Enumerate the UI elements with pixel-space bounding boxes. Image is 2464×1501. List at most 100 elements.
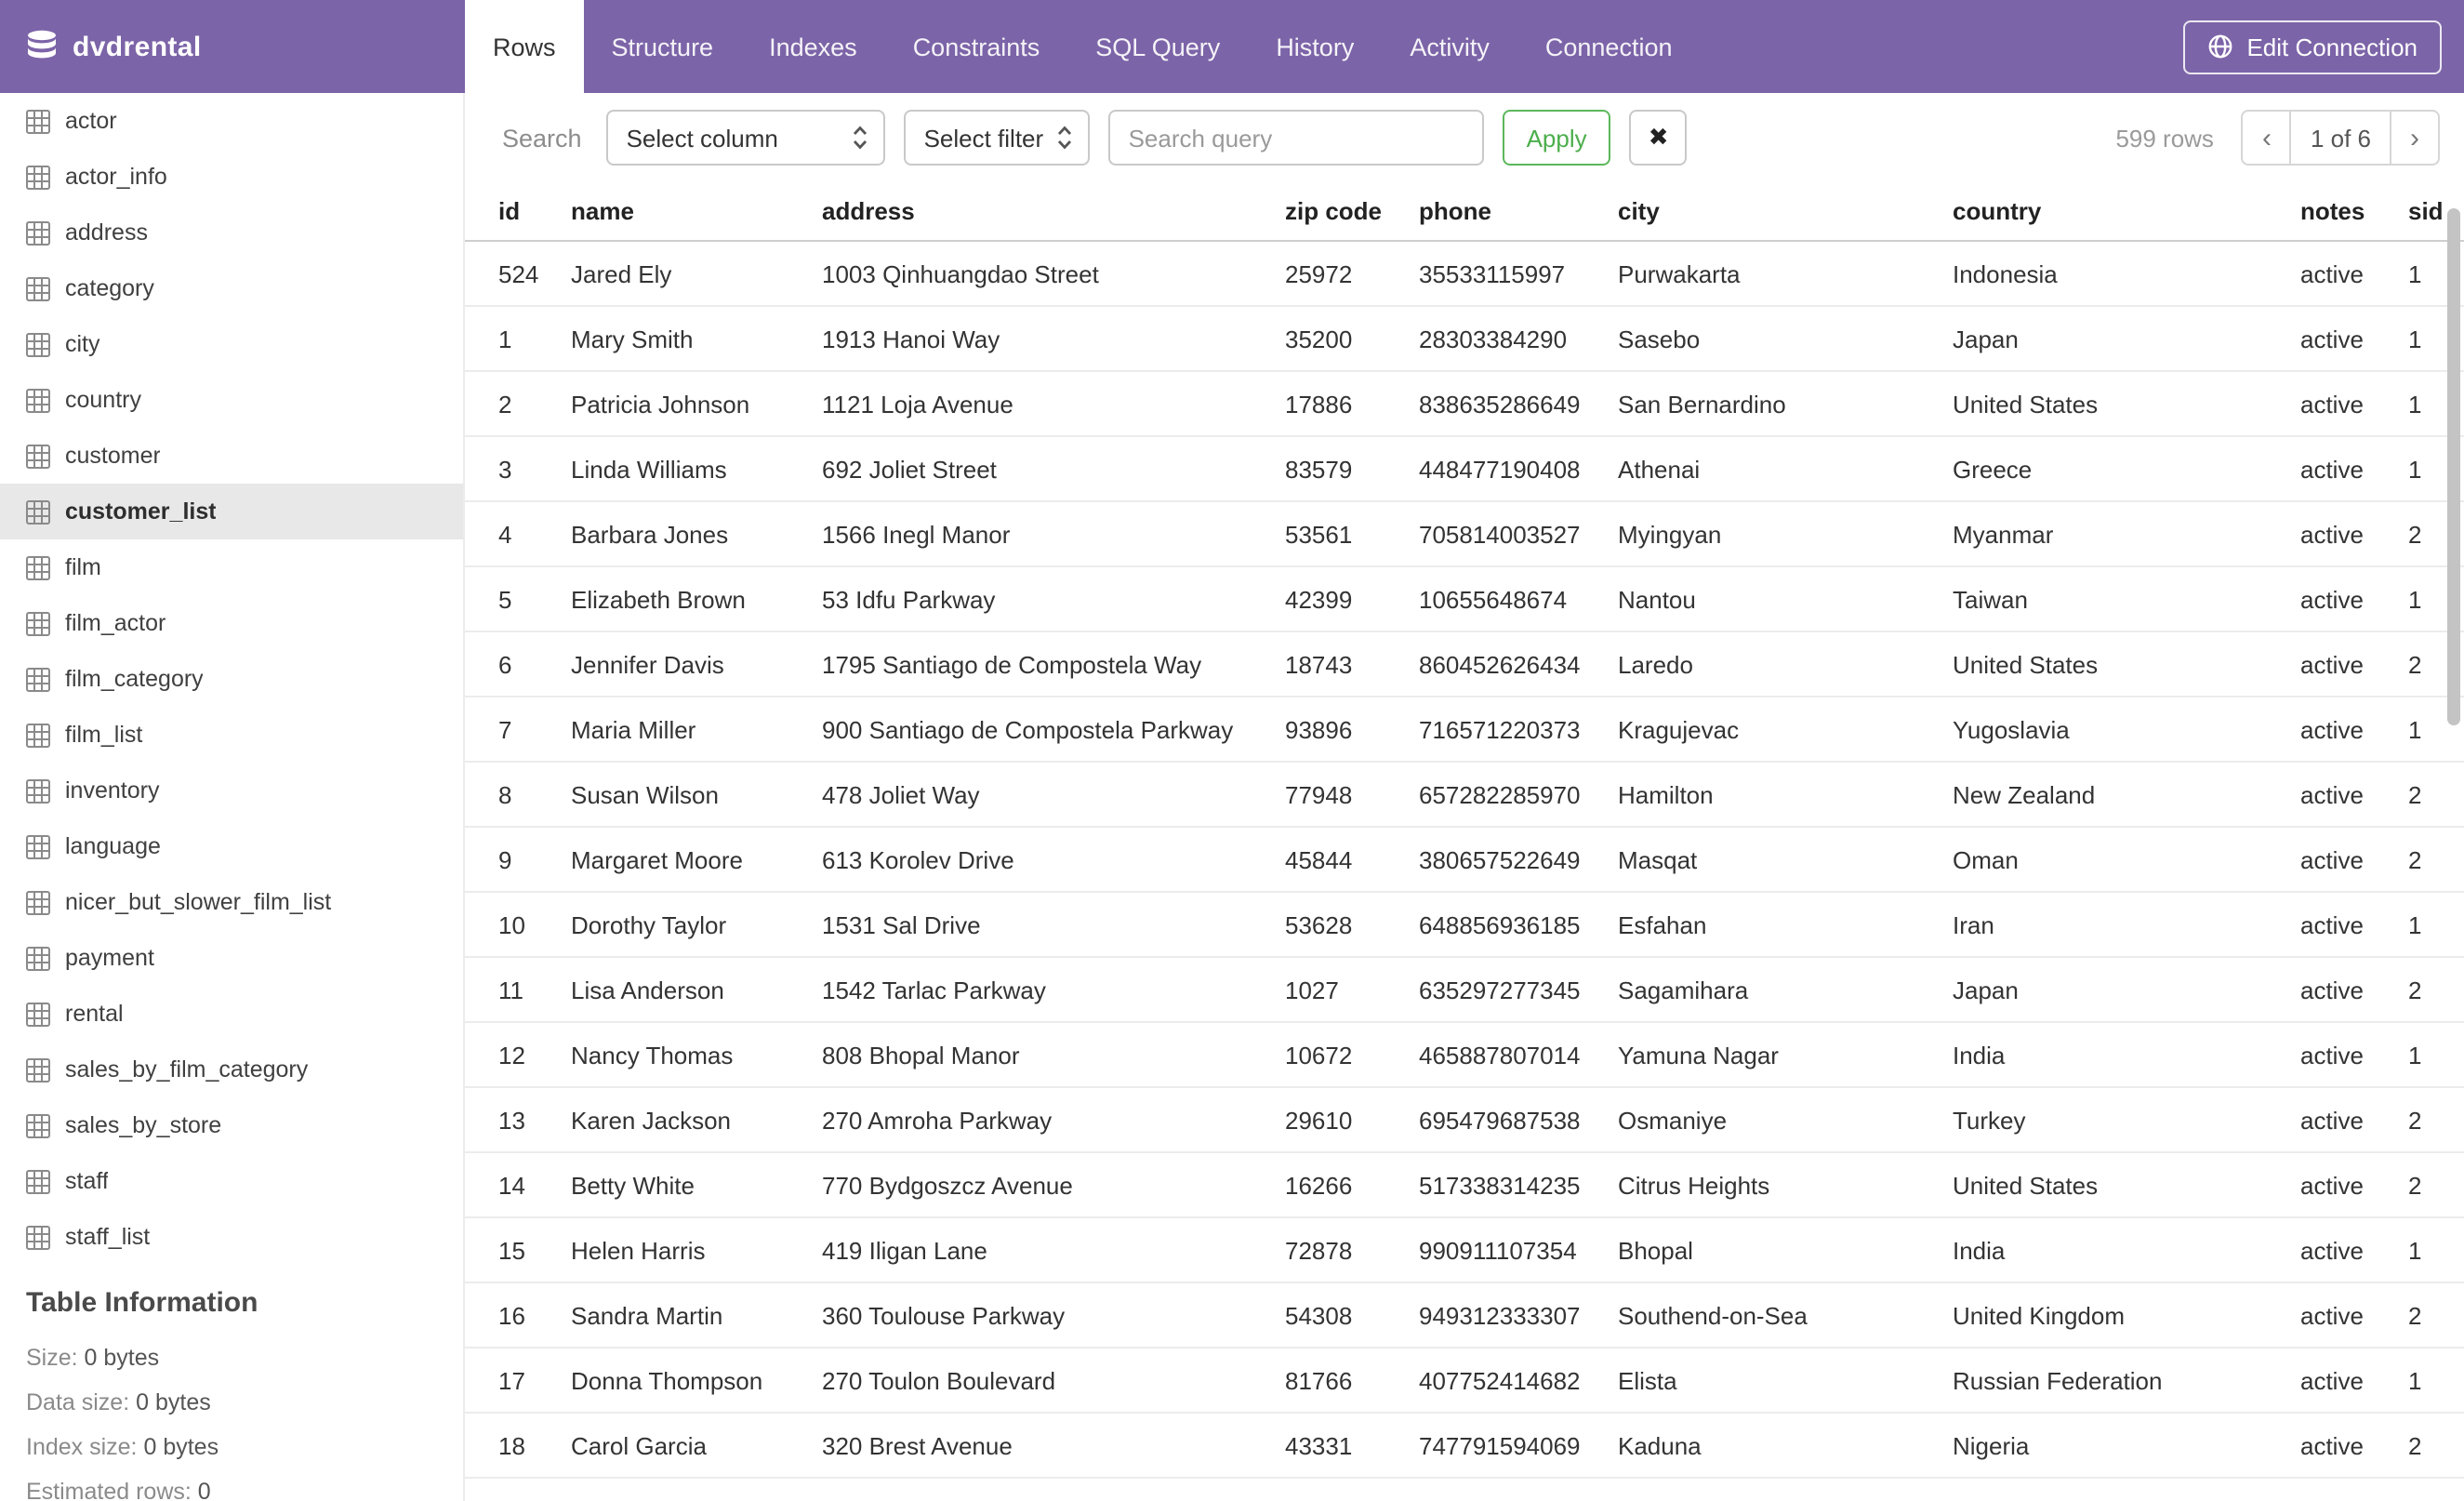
table-cell[interactable]: 12 xyxy=(465,1022,556,1088)
table-cell[interactable]: 270 Toulon Boulevard xyxy=(807,1348,1270,1414)
table-cell[interactable]: 1121 Loja Avenue xyxy=(807,371,1270,437)
table-cell[interactable]: Linda Williams xyxy=(556,436,807,502)
sidebar-item-category[interactable]: category xyxy=(0,260,463,316)
table-cell[interactable]: 613 Korolev Drive xyxy=(807,827,1270,893)
table-cell[interactable]: Nigeria xyxy=(1938,1413,2285,1479)
sidebar-item-address[interactable]: address xyxy=(0,205,463,260)
table-cell[interactable]: active xyxy=(2285,957,2393,1023)
table-cell[interactable]: 17886 xyxy=(1270,371,1404,437)
table-cell[interactable]: 1566 Inegl Manor xyxy=(807,501,1270,567)
sidebar-item-film_list[interactable]: film_list xyxy=(0,707,463,763)
table-cell[interactable]: 9 xyxy=(465,827,556,893)
table-cell[interactable]: 53561 xyxy=(1270,501,1404,567)
table-cell[interactable]: 8 xyxy=(465,762,556,828)
table-cell[interactable]: 2 xyxy=(2393,762,2464,828)
table-cell[interactable]: 648856936185 xyxy=(1404,892,1603,958)
table-cell[interactable]: 29610 xyxy=(1270,1087,1404,1153)
table-cell[interactable]: 43331 xyxy=(1270,1413,1404,1479)
table-cell[interactable]: 524 xyxy=(465,241,556,307)
table-cell[interactable]: 2 xyxy=(2393,1413,2464,1479)
table-cell[interactable]: Esfahan xyxy=(1603,892,1938,958)
column-select[interactable]: Select column xyxy=(605,110,885,166)
table-cell[interactable]: 53628 xyxy=(1270,892,1404,958)
table-cell[interactable]: Betty White xyxy=(556,1152,807,1218)
table-cell[interactable]: 10672 xyxy=(1270,1022,1404,1088)
table-cell[interactable]: Dorothy Taylor xyxy=(556,892,807,958)
table-cell[interactable]: 270 Amroha Parkway xyxy=(807,1087,1270,1153)
table-cell[interactable]: 35200 xyxy=(1270,306,1404,372)
table-cell[interactable]: Susan Wilson xyxy=(556,762,807,828)
table-cell[interactable]: Myingyan xyxy=(1603,501,1938,567)
table-cell[interactable]: 19 xyxy=(465,1478,556,1501)
clear-search-button[interactable]: ✖ xyxy=(1629,110,1688,166)
filter-select[interactable]: Select filter xyxy=(903,110,1090,166)
table-row[interactable]: 5 Elizabeth Brown 53 Idfu Parkway 42399 1065… xyxy=(465,566,2464,632)
table-cell[interactable]: 53 Idfu Parkway xyxy=(807,566,1270,632)
sidebar-item-nicer_but_slower_film_list[interactable]: nicer_but_slower_film_list xyxy=(0,874,463,930)
table-cell[interactable]: 81766 xyxy=(1270,1348,1404,1414)
previous-page-button[interactable]: ‹ xyxy=(2241,110,2292,166)
table-cell[interactable]: 17 xyxy=(465,1348,556,1414)
table-cell[interactable]: 360 Toulouse Parkway xyxy=(807,1282,1270,1348)
table-cell[interactable]: 5 xyxy=(465,566,556,632)
table-cell[interactable]: United States xyxy=(1938,631,2285,697)
table-cell[interactable]: Osmaniye xyxy=(1603,1087,1938,1153)
table-row[interactable]: 9 Margaret Moore 613 Korolev Drive 45844 380… xyxy=(465,827,2464,893)
table-cell[interactable]: Greece xyxy=(1938,436,2285,502)
table-cell[interactable]: 1 xyxy=(2393,1217,2464,1283)
table-cell[interactable]: 808 Bhopal Manor xyxy=(807,1022,1270,1088)
apply-button[interactable]: Apply xyxy=(1502,110,1611,166)
table-cell[interactable]: 380657522649 xyxy=(1404,827,1603,893)
table-cell[interactable]: 72878 xyxy=(1270,1217,1404,1283)
table-cell[interactable]: 1795 Santiago de Compostela Way xyxy=(807,631,1270,697)
table-cell[interactable]: 14 xyxy=(465,1152,556,1218)
table-cell[interactable]: Iran xyxy=(1938,892,2285,958)
table-cell[interactable]: Jennifer Davis xyxy=(556,631,807,697)
table-cell[interactable]: 54308 xyxy=(1270,1282,1404,1348)
table-cell[interactable]: 77948 xyxy=(1270,762,1404,828)
table-cell[interactable]: active xyxy=(2285,1087,2393,1153)
table-cell[interactable]: 2 xyxy=(2393,957,2464,1023)
table-cell[interactable]: 83579 xyxy=(1270,436,1404,502)
tab-structure[interactable]: Structure xyxy=(584,0,742,93)
tab-rows[interactable]: Rows xyxy=(465,0,584,93)
table-cell[interactable]: South Africa xyxy=(1938,1478,2285,1501)
sidebar-item-sales_by_film_category[interactable]: sales_by_film_category xyxy=(0,1042,463,1097)
sidebar-item-language[interactable]: language xyxy=(0,818,463,874)
table-cell[interactable]: Athenai xyxy=(1603,436,1938,502)
table-cell[interactable]: 16266 xyxy=(1270,1152,1404,1218)
sidebar-item-staff_list[interactable]: staff_list xyxy=(0,1209,463,1265)
table-cell[interactable]: Sagamihara xyxy=(1603,957,1938,1023)
table-cell[interactable]: 25972 xyxy=(1270,241,1404,307)
next-page-button[interactable]: › xyxy=(2390,110,2440,166)
table-cell[interactable]: 1003 Qinhuangdao Street xyxy=(807,241,1270,307)
table-row[interactable]: 10 Dorothy Taylor 1531 Sal Drive 53628 64885… xyxy=(465,892,2464,958)
sidebar-item-rental[interactable]: rental xyxy=(0,986,463,1042)
table-cell[interactable]: 1 xyxy=(2393,1348,2464,1414)
edit-connection-button[interactable]: Edit Connection xyxy=(2183,20,2442,73)
tab-history[interactable]: History xyxy=(1248,0,1382,93)
table-cell[interactable]: 657282285970 xyxy=(1404,762,1603,828)
table-cell[interactable]: 1913 Hanoi Way xyxy=(807,306,1270,372)
table-cell[interactable]: active xyxy=(2285,371,2393,437)
table-cell[interactable]: Kimberley xyxy=(1603,1478,1938,1501)
table-row[interactable]: 6 Jennifer Davis 1795 Santiago de Composte… xyxy=(465,631,2464,697)
table-cell[interactable]: Carol Garcia xyxy=(556,1413,807,1479)
table-cell[interactable]: 448477190408 xyxy=(1404,436,1603,502)
column-header-notes[interactable]: notes xyxy=(2285,182,2393,242)
table-cell[interactable]: Karen Jackson xyxy=(556,1087,807,1153)
table-row[interactable]: 11 Lisa Anderson 1542 Tarlac Parkway 1027 63… xyxy=(465,957,2464,1023)
table-cell[interactable]: 1 xyxy=(465,306,556,372)
table-cell[interactable]: 900 Santiago de Compostela Parkway xyxy=(807,697,1270,763)
table-cell[interactable]: Jared Ely xyxy=(556,241,807,307)
table-row[interactable]: 524 Jared Ely 1003 Qinhuangdao Street 25972… xyxy=(465,241,2464,307)
table-cell[interactable]: 747791594069 xyxy=(1404,1413,1603,1479)
column-header-name[interactable]: name xyxy=(556,182,807,242)
sidebar-item-payment[interactable]: payment xyxy=(0,930,463,986)
tab-indexes[interactable]: Indexes xyxy=(741,0,885,93)
table-cell[interactable]: 419 Iligan Lane xyxy=(807,1217,1270,1283)
table-cell[interactable]: 1 xyxy=(2393,892,2464,958)
table-cell[interactable]: Laredo xyxy=(1603,631,1938,697)
column-header-city[interactable]: city xyxy=(1603,182,1938,242)
table-cell[interactable]: 635297277345 xyxy=(1404,957,1603,1023)
